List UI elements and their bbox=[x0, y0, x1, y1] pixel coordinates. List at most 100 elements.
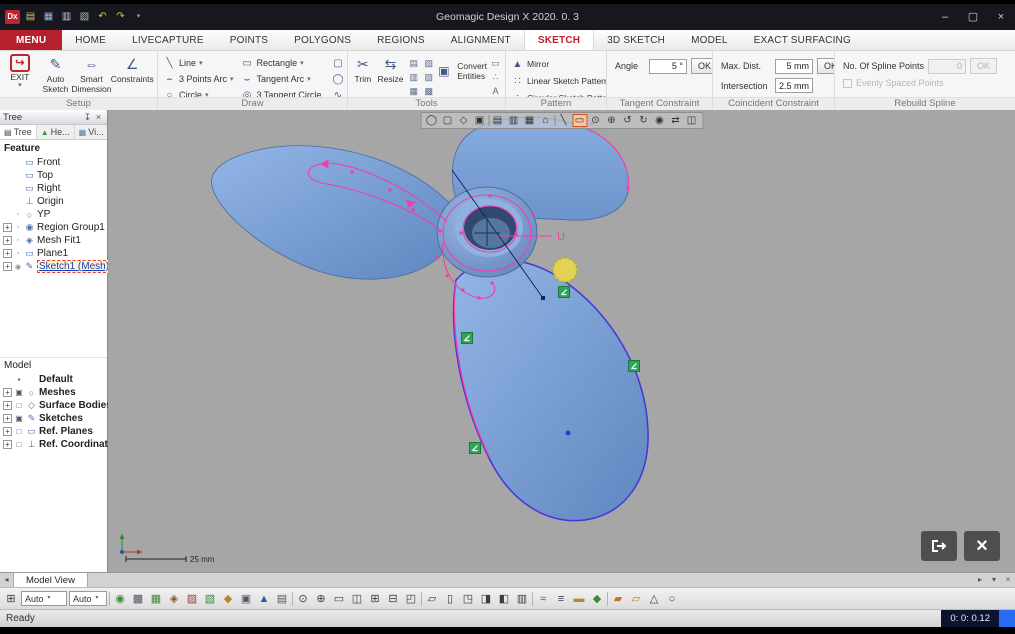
coincident-ok-button[interactable]: OK bbox=[817, 58, 834, 74]
circle-tool[interactable]: ○ Circle ▾ bbox=[163, 88, 234, 97]
accept-sketch-button[interactable] bbox=[921, 531, 957, 561]
state-icon[interactable]: ◦ bbox=[14, 211, 22, 218]
bottom-tool-icon[interactable]: ▤ bbox=[274, 591, 290, 607]
evenly-spaced-checkbox[interactable] bbox=[843, 79, 852, 88]
undo-icon[interactable]: ↶ bbox=[95, 10, 110, 24]
front-view-icon[interactable]: ▤ bbox=[490, 114, 505, 127]
tree-item-label[interactable]: Plane1 bbox=[37, 248, 68, 259]
close-tab-icon[interactable]: × bbox=[1001, 573, 1015, 587]
split-view-icon[interactable]: ◫ bbox=[684, 114, 699, 127]
bottom-tool-icon[interactable] bbox=[421, 592, 422, 606]
smart-dimension-button[interactable]: ⇔ Smart Dimension bbox=[74, 53, 108, 94]
expander-icon[interactable] bbox=[3, 223, 12, 232]
bottom-tool-icon[interactable]: ▥ bbox=[514, 591, 530, 607]
bottom-tool-icon[interactable]: ◰ bbox=[403, 591, 419, 607]
redo-icon[interactable]: ↷ bbox=[113, 10, 128, 24]
tab-model-view[interactable]: Model View bbox=[13, 573, 88, 587]
trim-button[interactable]: ✂ Trim bbox=[351, 53, 375, 84]
offset-tool[interactable]: ▤ bbox=[406, 56, 421, 70]
bottom-tool-icon[interactable]: ⊙ bbox=[295, 591, 311, 607]
bottom-tool-icon[interactable]: ▱ bbox=[424, 591, 440, 607]
viewport-tool-icon[interactable] bbox=[554, 115, 555, 126]
bottom-tool-icon[interactable] bbox=[532, 592, 533, 606]
model-item-label[interactable]: Meshes bbox=[39, 387, 76, 398]
line-mode-icon[interactable]: ╲ bbox=[556, 114, 571, 127]
model-item[interactable]: □ ▭ Ref. Planes bbox=[0, 425, 107, 438]
expander-icon[interactable] bbox=[3, 414, 12, 423]
print-icon[interactable]: ▥ bbox=[59, 10, 74, 24]
bottom-tool-icon[interactable]: ▲ bbox=[256, 591, 272, 607]
chamfer-tool[interactable]: ▦ bbox=[406, 84, 421, 97]
cancel-sketch-button[interactable]: × bbox=[964, 531, 1000, 561]
model-item[interactable]: ▣ ✎ Sketches bbox=[0, 412, 107, 425]
three-points-arc-tool[interactable]: ⌢ 3 Points Arc ▾ bbox=[163, 72, 234, 86]
rotate-indicator[interactable] bbox=[553, 258, 577, 282]
close-button[interactable]: × bbox=[987, 6, 1015, 28]
spline-tool[interactable]: ∿ Spline bbox=[331, 88, 347, 97]
state-icon[interactable]: ◦ bbox=[14, 237, 22, 244]
ribbon-tab[interactable]: POINTS bbox=[217, 30, 281, 50]
lasso-select-icon[interactable]: ◇ bbox=[456, 114, 471, 127]
rotate-right-icon[interactable]: ↻ bbox=[636, 114, 651, 127]
tab-menu-icon[interactable]: ▾ bbox=[987, 573, 1001, 587]
ribbon-tab[interactable]: HOME bbox=[62, 30, 119, 50]
tree-item-label[interactable]: Sketch1 (Mesh) bbox=[37, 260, 111, 273]
bottom-tool-icon[interactable]: ≈ bbox=[535, 591, 551, 607]
split-tool[interactable]: ▨ bbox=[421, 70, 436, 84]
panel-tab-help[interactable]: ▲ He... bbox=[37, 125, 75, 139]
max-dist-input[interactable]: 5 mm bbox=[775, 59, 813, 74]
offset-entities-tool[interactable]: ▭ bbox=[489, 56, 502, 70]
visibility-checkbox[interactable]: □ bbox=[14, 401, 24, 410]
bottom-tool-icon[interactable]: ◨ bbox=[478, 591, 494, 607]
rotate-left-icon[interactable]: ↺ bbox=[620, 114, 635, 127]
slot-tool[interactable]: ▢ Slot bbox=[331, 56, 347, 70]
bottom-tool-icon[interactable]: ◧ bbox=[496, 591, 512, 607]
visibility-checkbox[interactable]: ▣ bbox=[14, 414, 24, 423]
expander-icon[interactable] bbox=[3, 236, 12, 245]
maximize-button[interactable]: ▢ bbox=[959, 6, 987, 28]
model-item[interactable]: □ ⊥ Ref. Coordinates bbox=[0, 438, 107, 451]
extend-tool[interactable]: ▧ bbox=[421, 56, 436, 70]
bottom-tool-icon[interactable]: ◫ bbox=[349, 591, 365, 607]
model-item-label[interactable]: Surface Bodies bbox=[39, 400, 112, 411]
expander-icon[interactable] bbox=[3, 401, 12, 410]
tree-item-label[interactable]: Origin bbox=[37, 196, 64, 207]
expander-icon[interactable] bbox=[3, 262, 12, 271]
tangent-arc-tool[interactable]: ⌣ Tangent Arc ▾ bbox=[241, 72, 325, 86]
fillet-tool[interactable]: ▥ bbox=[406, 70, 421, 84]
ribbon-tab[interactable]: 3D SKETCH bbox=[594, 30, 678, 50]
linear-sketch-pattern-tool[interactable]: ∷ Linear Sketch Pattern bbox=[511, 74, 606, 88]
bottom-tool-icon[interactable]: ▭ bbox=[331, 591, 347, 607]
rectangle-tool[interactable]: ▭ Rectangle ▾ bbox=[241, 56, 325, 70]
propeller-scene[interactable]: U 25 mm bbox=[108, 110, 1015, 572]
tree-item-label[interactable]: YP bbox=[37, 209, 50, 220]
dx-logo[interactable]: Dx bbox=[5, 10, 20, 24]
ribbon-tab[interactable]: ALIGNMENT bbox=[438, 30, 524, 50]
selection-filter-combo[interactable]: Auto ▾ bbox=[21, 591, 67, 606]
convert-entities-button[interactable]: ▣ Convert Entities bbox=[438, 53, 487, 81]
spline-points-input[interactable]: 0 bbox=[928, 59, 966, 74]
ribbon-tab[interactable]: MODEL bbox=[678, 30, 741, 50]
expander-icon[interactable] bbox=[3, 427, 12, 436]
bottom-tool-icon[interactable]: ⊕ bbox=[313, 591, 329, 607]
bottom-tool-icon[interactable] bbox=[607, 592, 608, 606]
bottom-tool-icon[interactable]: ⊞ bbox=[367, 591, 383, 607]
tree-item[interactable]: ◦ ◉ Region Group1 bbox=[0, 221, 107, 234]
scroll-left-icon[interactable]: ◂ bbox=[0, 573, 13, 587]
state-icon[interactable]: ◉ bbox=[14, 263, 22, 271]
bottom-tool-icon[interactable]: ▩ bbox=[130, 591, 146, 607]
ribbon-tab[interactable]: LIVECAPTURE bbox=[119, 30, 217, 50]
visibility-checkbox[interactable]: □ bbox=[14, 427, 24, 436]
selection-mode-icon[interactable]: ⊞ bbox=[3, 591, 19, 607]
grid-snap-icon[interactable]: ⊕ bbox=[604, 114, 619, 127]
bottom-tool-icon[interactable]: ◈ bbox=[166, 591, 182, 607]
tree-item-label[interactable]: Right bbox=[37, 183, 60, 194]
top-view-icon[interactable]: ▥ bbox=[506, 114, 521, 127]
scroll-right-icon[interactable]: ▸ bbox=[973, 573, 987, 587]
right-view-icon[interactable]: ▦ bbox=[522, 114, 537, 127]
state-icon[interactable]: ▫ bbox=[14, 250, 22, 257]
constraints-button[interactable]: ∠ Constraints bbox=[110, 53, 154, 84]
bottom-tool-icon[interactable]: ◆ bbox=[220, 591, 236, 607]
close-panel-icon[interactable]: × bbox=[93, 112, 104, 122]
bottom-tool-icon[interactable]: ◉ bbox=[112, 591, 128, 607]
